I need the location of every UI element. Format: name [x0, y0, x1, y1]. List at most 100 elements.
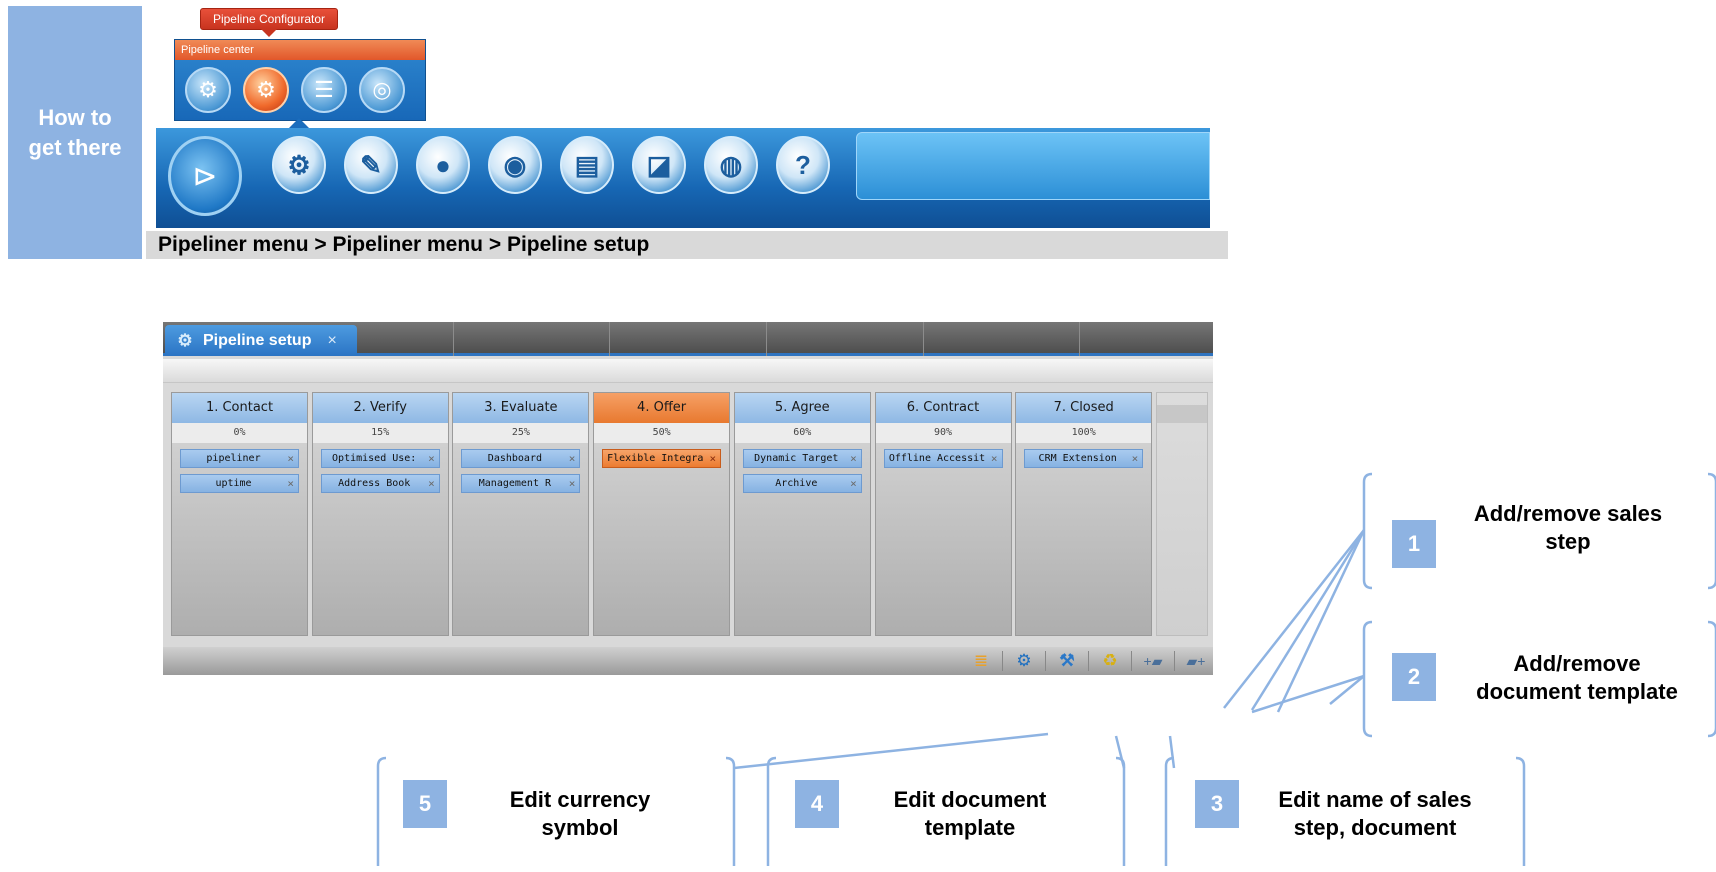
document-card[interactable]: Dynamic Target × — [742, 449, 862, 468]
remove-card-icon[interactable]: × — [428, 450, 435, 467]
pipeliner-logo-icon[interactable]: ⊳ — [168, 136, 242, 216]
column-title[interactable]: 3. Evaluate — [453, 393, 589, 423]
remove-card-icon[interactable]: × — [287, 450, 294, 467]
currency-stack-icon[interactable]: ≣ — [970, 650, 992, 672]
add-step-icon[interactable]: +▰ — [1142, 650, 1164, 672]
card-label: Dynamic Target — [754, 453, 839, 464]
column-title[interactable]: 7. Closed — [1016, 393, 1152, 423]
gears-icon[interactable]: ⚙ — [185, 67, 231, 113]
lifebuoy-icon[interactable]: ◍ — [704, 136, 758, 194]
card-label: pipeliner — [206, 453, 261, 464]
remove-card-icon[interactable]: × — [428, 475, 435, 492]
panel-pointer — [289, 118, 309, 128]
pipeline-column[interactable]: 3. Evaluate 25% Dashboard × Management R × — [452, 392, 590, 636]
column-title[interactable]: 4. Offer — [594, 393, 730, 423]
document-card[interactable]: Management R × — [461, 474, 581, 493]
pipeline-column[interactable]: 6. Contract 90% Offline Accessit × — [874, 392, 1012, 636]
card-label: Management R — [478, 478, 552, 489]
pipeline-column[interactable]: 5. Agree 60% Dynamic Target × Archive × — [733, 392, 871, 636]
column-title[interactable]: 2. Verify — [312, 393, 448, 423]
howto-line1: How to — [38, 104, 112, 130]
column-percentage: 90% — [875, 423, 1011, 443]
printer-icon[interactable]: ▤ — [560, 136, 614, 194]
target-icon[interactable]: ◎ — [359, 67, 405, 113]
document-card[interactable]: CRM Extension × — [1024, 449, 1144, 468]
settings-eye-icon[interactable]: ☰ — [301, 67, 347, 113]
card-label: CRM Extension — [1038, 453, 1117, 464]
remove-card-icon[interactable]: × — [287, 475, 294, 492]
tab-bar: ⚙ Pipeline setup × — [163, 322, 1213, 356]
column-percentage: 50% — [594, 423, 730, 443]
tab-label: Pipeline setup — [203, 331, 312, 349]
recycle-bin-icon[interactable]: ♻ — [1099, 650, 1121, 672]
pipeline-column[interactable]: 2. Verify 15% Optimised Use: × Address Book × — [311, 392, 449, 636]
callout-1-line2: step — [1545, 529, 1591, 554]
callout-3-line1: Edit name of sales — [1278, 787, 1472, 812]
pipeline-column[interactable]: 7. Closed 100% CRM Extension × — [1015, 392, 1153, 636]
remove-card-icon[interactable]: × — [569, 475, 576, 492]
callout-2-number: 2 — [1392, 653, 1436, 701]
remove-card-icon[interactable]: × — [569, 450, 576, 467]
card-label: Optimised Use: — [332, 453, 417, 464]
callout-4-number: 4 — [795, 780, 839, 828]
callout-2-line1: Add/remove — [1513, 651, 1641, 676]
document-card[interactable]: Optimised Use: × — [320, 449, 440, 468]
howto-line2: get there — [28, 134, 122, 160]
document-card[interactable]: Flexible Integra × — [602, 449, 722, 468]
pipeline-column[interactable]: 1. Contact 0% pipeliner × uptime × — [171, 392, 308, 636]
callout-2-line2: document template — [1476, 679, 1678, 704]
callout-1-number: 1 — [1392, 520, 1436, 568]
gear-icon[interactable]: ⚙ — [272, 136, 326, 194]
callout-1-line1: Add/remove sales — [1473, 501, 1663, 526]
empty-column — [1156, 392, 1208, 636]
document-card[interactable]: uptime × — [180, 474, 299, 493]
window-toolbar — [163, 359, 1213, 383]
help-icon[interactable]: ? — [776, 136, 830, 194]
document-card[interactable]: Address Book × — [320, 474, 440, 493]
pipeline-setup-window: ⚙ Pipeline setup × 7. Closed 100% CRM Exte… — [163, 322, 1213, 675]
column-percentage: 60% — [734, 423, 870, 443]
column-title[interactable]: 1. Contact — [172, 393, 307, 423]
card-label: Dashboard — [487, 453, 542, 464]
document-card[interactable]: Dashboard × — [461, 449, 581, 468]
user-icon[interactable]: ● — [416, 136, 470, 194]
pipeline-column[interactable]: 4. Offer 50% Flexible Integra × — [593, 392, 731, 636]
search-area[interactable] — [856, 132, 1210, 200]
report-chart-icon[interactable]: ◪ — [632, 136, 686, 194]
column-percentage: 15% — [312, 423, 448, 443]
callout-5-text: Edit currency symbol — [470, 786, 690, 842]
callout-4-line2: template — [924, 815, 1016, 840]
remove-card-icon[interactable]: × — [850, 450, 857, 467]
pipeline-gear-icon[interactable]: ⚙ — [243, 67, 289, 113]
column-title[interactable]: 5. Agree — [734, 393, 870, 423]
document-card[interactable]: Archive × — [742, 474, 862, 493]
chart-ring-icon[interactable]: ◉ — [488, 136, 542, 194]
document-card[interactable]: Offline Accessit × — [883, 449, 1003, 468]
remove-card-icon[interactable]: × — [850, 475, 857, 492]
column-percentage: 25% — [453, 423, 589, 443]
column-title[interactable]: 6. Contract — [875, 393, 1011, 423]
callout-4-text: Edit document template — [860, 786, 1080, 842]
remove-card-icon[interactable]: × — [991, 450, 998, 467]
gear-icon: ⚙ — [177, 330, 193, 350]
gear-icon[interactable]: ⚙ — [1013, 650, 1035, 672]
how-to-get-there-label: How to get there — [8, 6, 142, 259]
card-label: Address Book — [338, 478, 411, 489]
tools-icon[interactable]: ⚒ — [1056, 650, 1078, 672]
remove-card-icon[interactable]: × — [1132, 450, 1139, 467]
callout-1-text: Add/remove sales step — [1448, 500, 1688, 556]
tab-pipeline-setup[interactable]: ⚙ Pipeline setup × — [165, 325, 357, 356]
callout-2-text: Add/remove document template — [1444, 650, 1710, 706]
close-icon[interactable]: × — [327, 332, 336, 350]
help-glyph: ? — [795, 149, 811, 180]
callout-4-line1: Edit document — [893, 787, 1047, 812]
book-icon[interactable]: ✎ — [344, 136, 398, 194]
pipeline-center-panel: Pipeline center ⚙ ⚙ ☰ ◎ — [174, 39, 426, 121]
callout-5-line2: symbol — [541, 815, 619, 840]
callout-3-line2: step, document — [1293, 815, 1457, 840]
card-label: Flexible Integra — [607, 453, 704, 464]
add-template-icon[interactable]: ▰+ — [1185, 650, 1207, 672]
column-percentage: 0% — [172, 423, 307, 443]
document-card[interactable]: pipeliner × — [180, 449, 299, 468]
remove-card-icon[interactable]: × — [709, 450, 716, 467]
